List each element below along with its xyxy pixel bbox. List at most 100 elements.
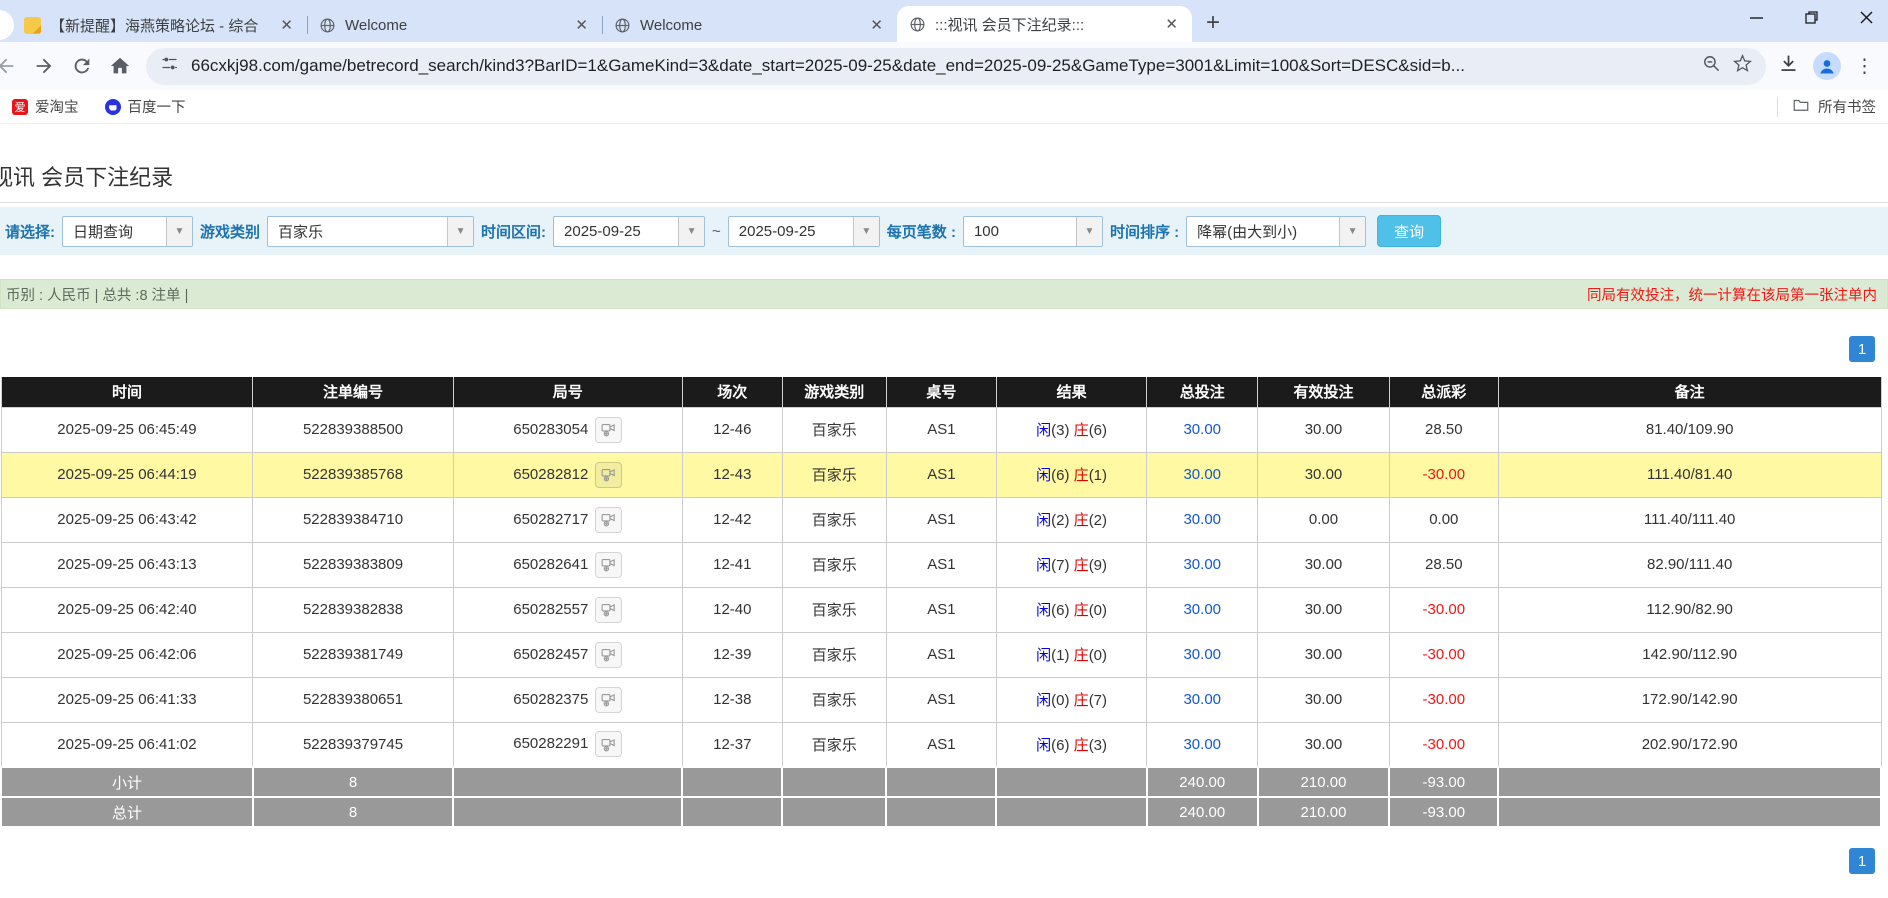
video-replay-button[interactable] [595, 597, 622, 623]
cell-valid-bet: 30.00 [1258, 407, 1390, 452]
cell-result: 闲(0) 庄(7) [996, 677, 1146, 722]
dropdown-arrow-icon[interactable]: ▼ [853, 217, 879, 246]
new-tab-button[interactable]: + [1206, 8, 1220, 38]
tab-close-icon[interactable]: ✕ [276, 16, 297, 34]
all-bookmarks-button[interactable]: 所有书签 [1777, 97, 1876, 117]
home-icon[interactable] [102, 48, 138, 84]
search-button[interactable]: 查询 [1377, 215, 1441, 247]
video-replay-button[interactable] [595, 507, 622, 533]
result-banker-label: 庄 [1074, 737, 1089, 754]
dropdown-arrow-icon[interactable]: ▼ [166, 217, 192, 246]
sort-select[interactable]: 降幂(由大到小) ▼ [1186, 216, 1366, 247]
bookmark-star-icon[interactable] [1733, 54, 1752, 78]
result-banker-score: (2) [1089, 512, 1107, 529]
restore-icon[interactable] [1804, 10, 1819, 30]
result-player-label: 闲 [1036, 467, 1051, 484]
zoom-out-icon[interactable] [1702, 54, 1721, 78]
column-header: 注单编号 [253, 377, 453, 407]
footer-total-bet: 240.00 [1147, 797, 1258, 827]
cell-game-type: 百家乐 [782, 632, 886, 677]
close-icon[interactable] [1859, 10, 1874, 30]
cell-table-no: AS1 [886, 542, 996, 587]
browser-tab-1[interactable]: 【新提醒】海燕策略论坛 - 综合 ✕ [12, 8, 307, 42]
column-header: 总投注 [1147, 377, 1258, 407]
video-camera-icon [600, 421, 617, 438]
pagination-page-1-bottom[interactable]: 1 [1849, 848, 1875, 874]
round-id-text: 650282717 [513, 510, 588, 527]
cell-session: 12-43 [682, 452, 782, 497]
total-bet-link[interactable]: 30.00 [1183, 511, 1221, 528]
cell-time: 2025-09-25 06:44:19 [1, 452, 253, 497]
forward-icon[interactable] [26, 48, 62, 84]
video-replay-button[interactable] [595, 417, 622, 443]
total-bet-link[interactable]: 30.00 [1183, 646, 1221, 663]
browser-tab-3[interactable]: Welcome ✕ [602, 8, 897, 42]
total-bet-link[interactable]: 30.00 [1183, 421, 1221, 438]
video-replay-button[interactable] [595, 552, 622, 578]
bookmark-label: 百度一下 [128, 96, 186, 117]
footer-empty-cell [1498, 767, 1881, 797]
menu-kebab-icon[interactable]: ⋮ [1855, 55, 1874, 78]
reload-icon[interactable] [64, 48, 100, 84]
currency-total-text: 币别 : 人民币 | 总共 :8 注单 | [6, 284, 188, 305]
video-replay-button[interactable] [595, 462, 622, 488]
round-id-text: 650282375 [513, 690, 588, 707]
minimize-icon[interactable] [1749, 10, 1764, 30]
per-page-select[interactable]: 100 ▼ [963, 216, 1103, 247]
total-bet-link[interactable]: 30.00 [1183, 736, 1221, 753]
video-replay-button[interactable] [595, 687, 622, 713]
video-camera-icon [600, 466, 617, 483]
tab-title: 【新提醒】海燕策略论坛 - 综合 [50, 15, 267, 36]
total-bet-link[interactable]: 30.00 [1183, 466, 1221, 483]
result-player-label: 闲 [1036, 602, 1051, 619]
tab-close-icon[interactable]: ✕ [571, 16, 592, 34]
cell-result: 闲(3) 庄(6) [996, 407, 1146, 452]
back-icon[interactable] [0, 48, 24, 84]
tab-close-icon[interactable]: ✕ [866, 16, 887, 34]
pagination-page-1-top[interactable]: 1 [1849, 336, 1875, 362]
cell-game-type: 百家乐 [782, 677, 886, 722]
cell-session: 12-40 [682, 587, 782, 632]
footer-total-bet: 240.00 [1147, 767, 1258, 797]
cell-round-id: 650282812 [453, 452, 682, 497]
tab-close-icon[interactable]: ✕ [1161, 15, 1182, 33]
cell-result: 闲(2) 庄(2) [996, 497, 1146, 542]
result-banker-score: (7) [1089, 692, 1107, 709]
tab-title: Welcome [345, 17, 562, 34]
url-bar[interactable]: 66cxkj98.com/game/betrecord_search/kind3… [146, 48, 1766, 85]
date-end-select[interactable]: 2025-09-25 ▼ [728, 216, 880, 247]
site-settings-icon[interactable] [160, 54, 179, 78]
query-mode-select[interactable]: 日期查询 ▼ [62, 216, 193, 247]
url-text[interactable]: 66cxkj98.com/game/betrecord_search/kind3… [191, 56, 1690, 76]
video-camera-icon [600, 736, 617, 753]
cell-valid-bet: 30.00 [1258, 587, 1390, 632]
total-bet-link[interactable]: 30.00 [1183, 556, 1221, 573]
profile-avatar-icon[interactable] [1813, 52, 1841, 80]
tab-title: Welcome [640, 17, 857, 34]
game-type-select[interactable]: 百家乐 ▼ [267, 216, 474, 247]
date-start-select[interactable]: 2025-09-25 ▼ [553, 216, 705, 247]
total-bet-link[interactable]: 30.00 [1183, 691, 1221, 708]
dropdown-arrow-icon[interactable]: ▼ [1076, 217, 1102, 246]
total-bet-link[interactable]: 30.00 [1183, 601, 1221, 618]
dropdown-arrow-icon[interactable]: ▼ [678, 217, 704, 246]
footer-empty-cell [682, 767, 782, 797]
browser-tab-4[interactable]: :::视讯 会员下注纪录:::✕ [897, 6, 1192, 42]
dropdown-arrow-icon[interactable]: ▼ [1339, 217, 1365, 246]
globe-favicon [614, 17, 631, 34]
bookmark-item-1[interactable]: 爱爱淘宝 [12, 96, 79, 117]
cell-payout: 28.50 [1389, 542, 1498, 587]
browser-tab-2[interactable]: Welcome ✕ [307, 8, 602, 42]
result-banker-label: 庄 [1074, 422, 1089, 439]
download-icon[interactable] [1778, 53, 1799, 79]
footer-empty-cell [782, 767, 886, 797]
cell-time: 2025-09-25 06:43:13 [1, 542, 253, 587]
video-replay-button[interactable] [595, 642, 622, 668]
dropdown-arrow-icon[interactable]: ▼ [447, 217, 473, 246]
result-player-label: 闲 [1036, 647, 1051, 664]
video-replay-button[interactable] [595, 731, 622, 757]
footer-empty-cell [1498, 797, 1881, 827]
cell-payout: 0.00 [1389, 497, 1498, 542]
cell-bet-id: 522839384710 [253, 497, 453, 542]
bookmark-item-2[interactable]: 百度一下 [105, 96, 186, 117]
